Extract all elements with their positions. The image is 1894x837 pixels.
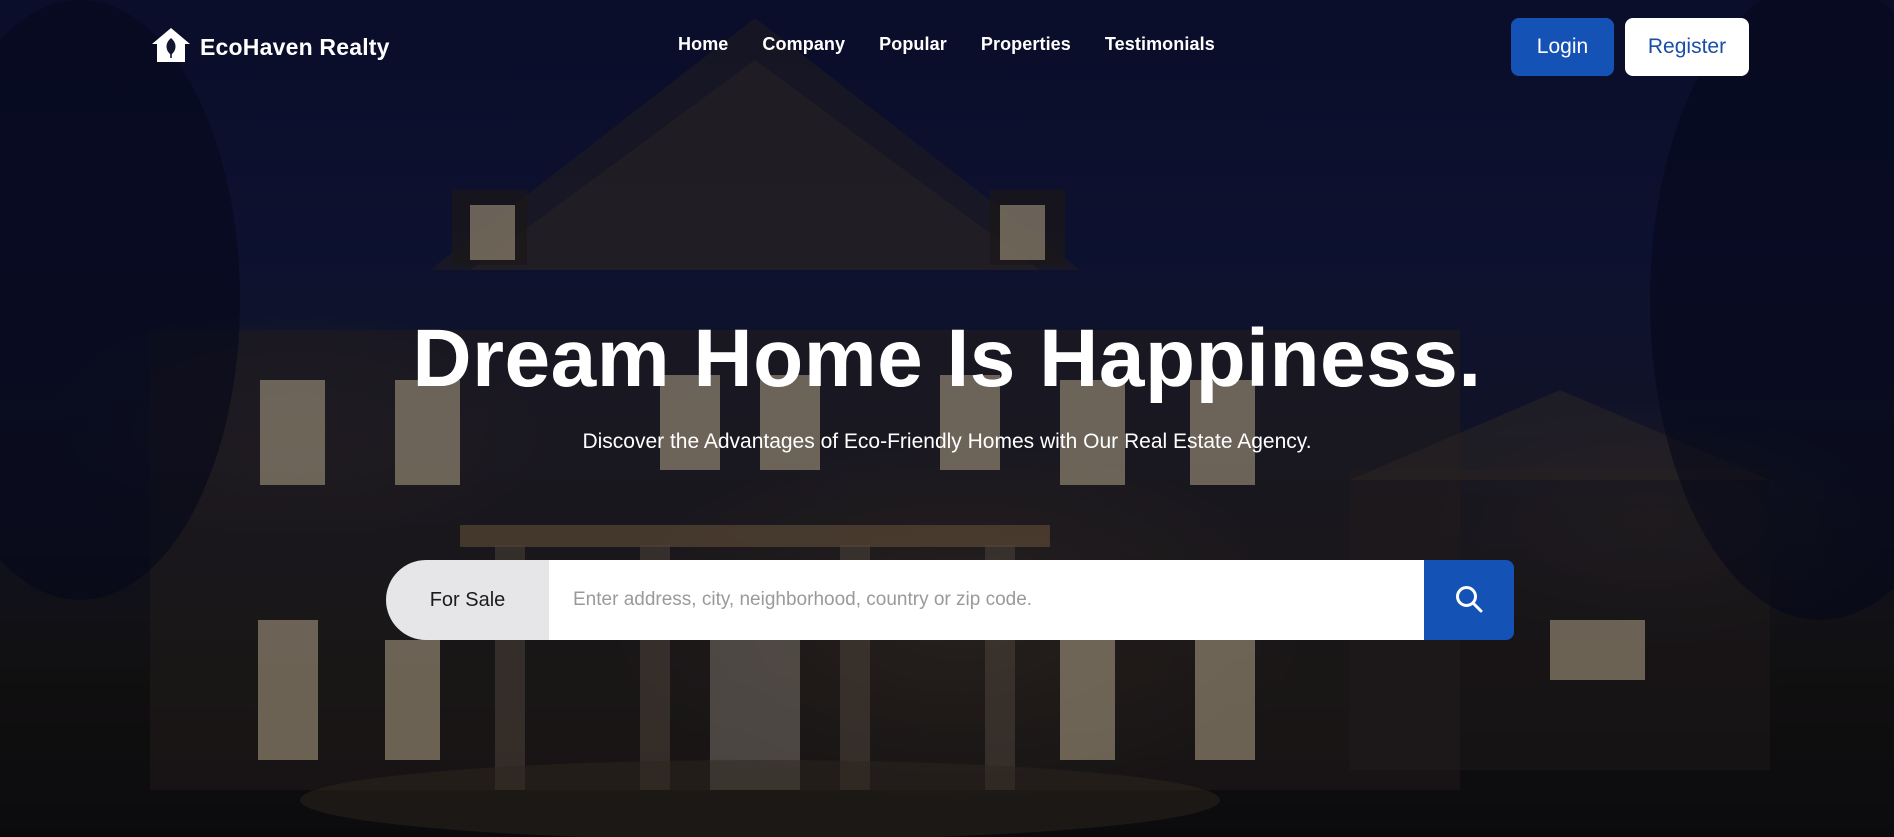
nav-link-home[interactable]: Home [678, 34, 728, 55]
search-button[interactable] [1424, 560, 1514, 640]
nav-link-properties[interactable]: Properties [981, 34, 1071, 55]
register-button[interactable]: Register [1625, 18, 1749, 76]
hero-subheadline: Discover the Advantages of Eco-Friendly … [582, 430, 1312, 453]
brand-name: EcoHaven Realty [200, 33, 390, 60]
login-button[interactable]: Login [1511, 18, 1614, 76]
hero-headline: Dream Home Is Happiness. [412, 313, 1482, 404]
listing-type-selector[interactable]: For Sale [386, 560, 549, 640]
nav-link-popular[interactable]: Popular [879, 34, 947, 55]
house-leaf-icon [150, 26, 192, 69]
nav-link-testimonials[interactable]: Testimonials [1105, 34, 1215, 55]
property-search-bar: For Sale [386, 560, 1514, 640]
brand-logo[interactable]: EcoHaven Realty [150, 26, 390, 69]
search-input[interactable] [549, 560, 1424, 640]
nav-link-company[interactable]: Company [762, 34, 845, 55]
main-nav: Home Company Popular Properties Testimon… [678, 34, 1215, 55]
search-icon [1454, 584, 1484, 617]
hero-overlay [0, 0, 1894, 837]
hero-background [0, 0, 1894, 837]
